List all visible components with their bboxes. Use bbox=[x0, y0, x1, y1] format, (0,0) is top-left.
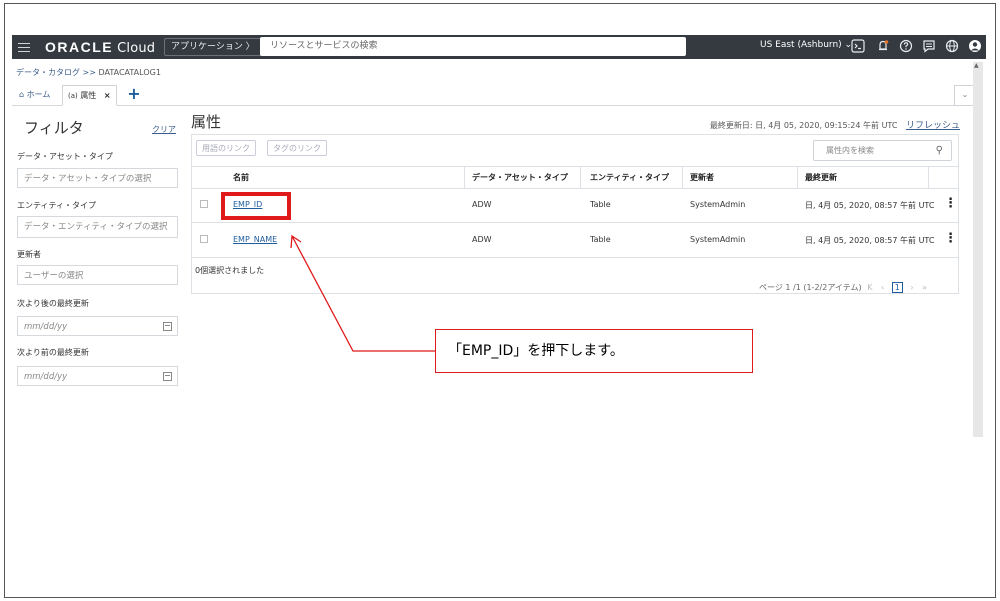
callout-pointer-arrow bbox=[290, 234, 435, 352]
instruction-callout: 「EMP_ID」を押下します。 bbox=[435, 329, 753, 373]
